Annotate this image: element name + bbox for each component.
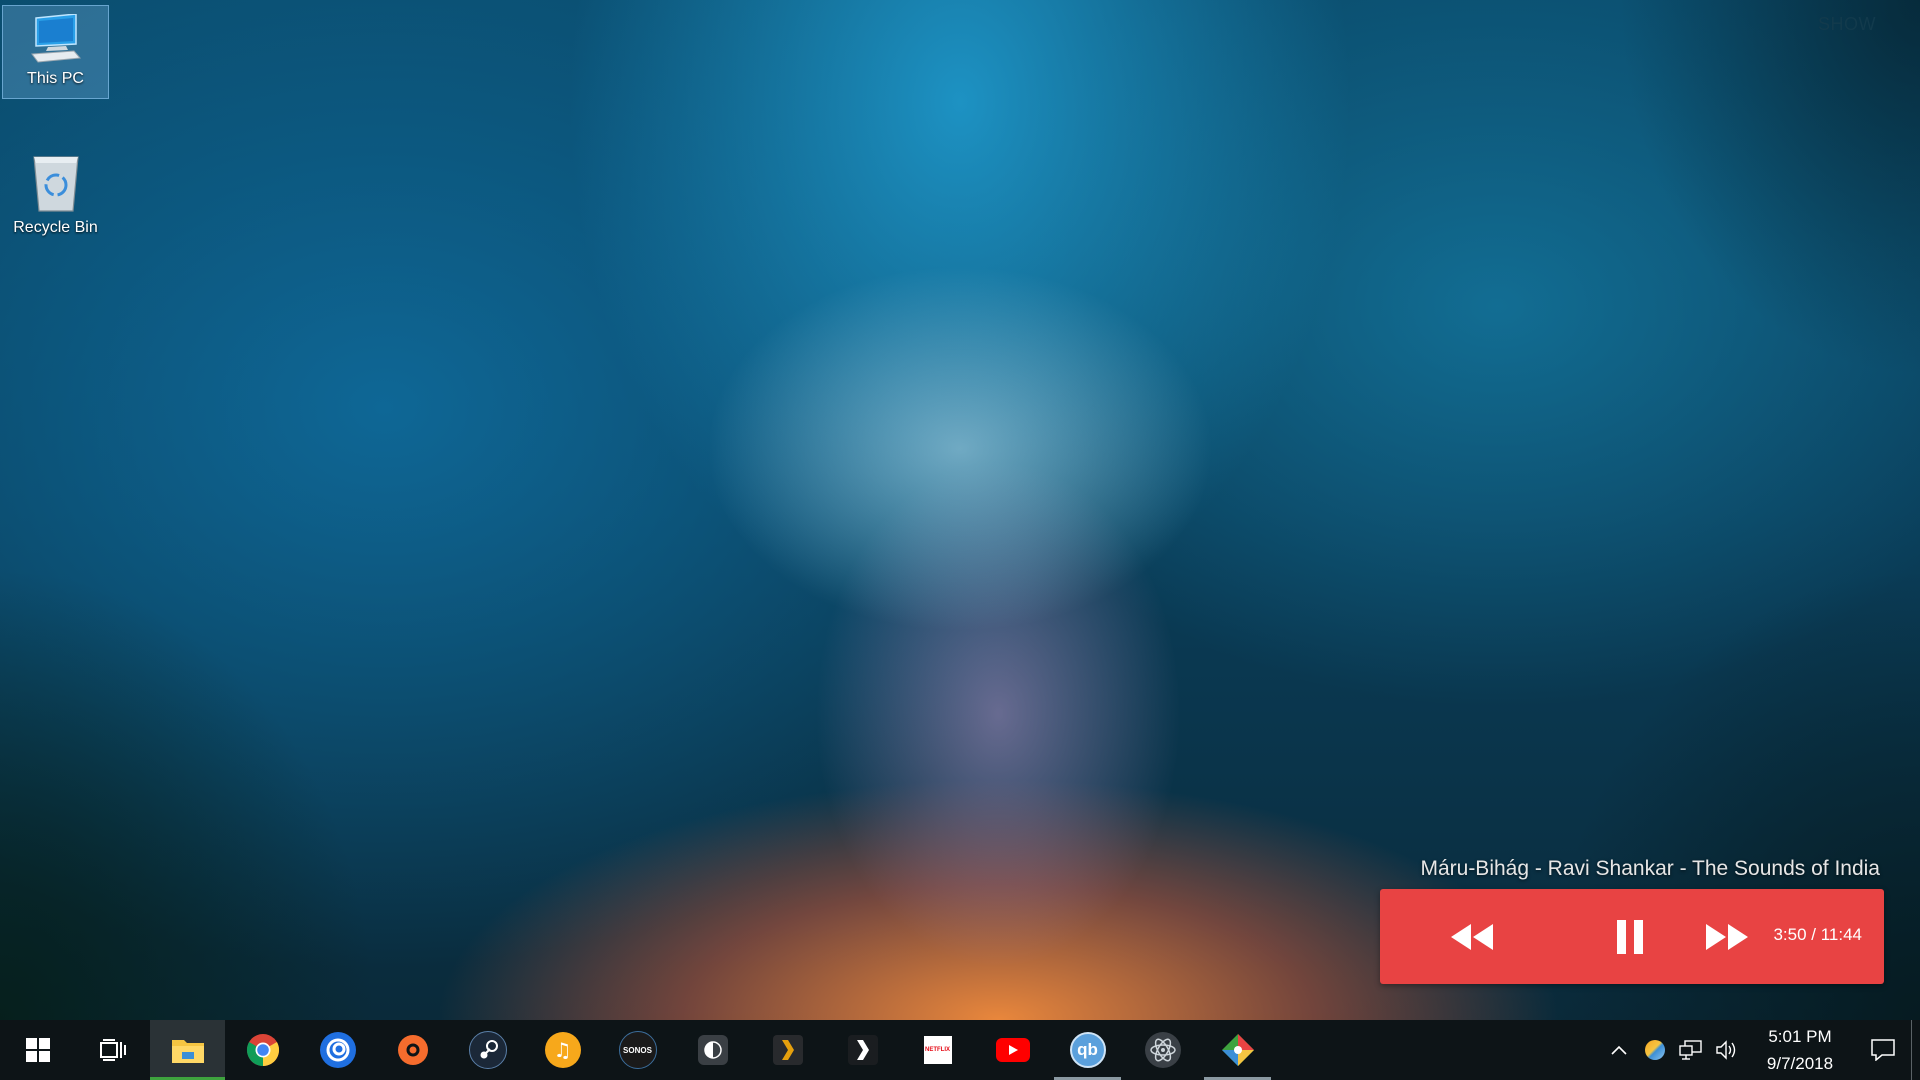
rewind-button[interactable] xyxy=(1442,915,1502,959)
tray-overflow-button[interactable] xyxy=(1601,1020,1637,1080)
colored-circle-icon xyxy=(1645,1040,1665,1060)
track-title: Máru-Bihág - Ravi Shankar - The Sounds o… xyxy=(1420,857,1880,880)
rewind-icon xyxy=(1451,924,1493,950)
desktop-icon-this-pc[interactable]: This PC xyxy=(2,5,109,99)
taskbar-media-app[interactable] xyxy=(675,1020,750,1080)
taskbar-atom[interactable] xyxy=(1125,1020,1200,1080)
speaker-icon xyxy=(1716,1040,1736,1060)
start-button[interactable] xyxy=(0,1020,75,1080)
plex-chevron-icon xyxy=(772,1035,803,1065)
task-view-icon xyxy=(99,1039,126,1061)
uplay-icon xyxy=(319,1032,356,1068)
computer-icon xyxy=(30,14,81,63)
taskbar-music-app[interactable]: ♫ xyxy=(525,1020,600,1080)
network-icon xyxy=(1679,1040,1702,1060)
youtube-icon xyxy=(995,1038,1030,1062)
taskbar-netflix[interactable]: NETFLIX xyxy=(900,1020,975,1080)
chevron-right-icon xyxy=(847,1035,878,1065)
origin-icon xyxy=(397,1035,428,1065)
taskbar: ♫ SONOS NETFLIX qb 5:01 PM 9/7/2018 xyxy=(0,1020,1920,1080)
desktop-icon-label: This PC xyxy=(27,70,84,87)
steam-icon xyxy=(468,1031,507,1069)
taskbar-origin[interactable] xyxy=(375,1020,450,1080)
chevron-up-icon xyxy=(1611,1045,1627,1055)
playback-time: 3:50 / 11:44 xyxy=(1773,925,1862,944)
show-link[interactable]: SHOW xyxy=(1818,14,1876,35)
taskbar-prompt-app[interactable] xyxy=(825,1020,900,1080)
tray-app-icon[interactable] xyxy=(1637,1020,1673,1080)
netflix-icon: NETFLIX xyxy=(923,1036,952,1064)
action-center-button[interactable] xyxy=(1855,1020,1911,1080)
desktop-icon-label: Recycle Bin xyxy=(13,219,98,236)
taskbar-file-explorer[interactable] xyxy=(150,1020,225,1080)
task-view-button[interactable] xyxy=(75,1020,150,1080)
sonos-icon: SONOS xyxy=(618,1031,657,1069)
taskbar-sonos[interactable]: SONOS xyxy=(600,1020,675,1080)
fast-forward-button[interactable] xyxy=(1697,915,1757,959)
windows-logo-icon xyxy=(25,1038,50,1062)
chrome-icon xyxy=(246,1034,279,1066)
half-circle-icon xyxy=(697,1035,728,1065)
music-note-icon: ♫ xyxy=(544,1032,581,1068)
taskbar-plex[interactable] xyxy=(750,1020,825,1080)
notification-icon xyxy=(1871,1039,1895,1061)
taskbar-gitkraken[interactable] xyxy=(1200,1020,1275,1080)
taskbar-chrome[interactable] xyxy=(225,1020,300,1080)
clock-date: 9/7/2018 xyxy=(1766,1054,1834,1073)
network-button[interactable] xyxy=(1673,1020,1709,1080)
atom-icon xyxy=(1144,1032,1181,1068)
clock-time: 5:01 PM xyxy=(1768,1027,1832,1046)
taskbar-steam[interactable] xyxy=(450,1020,525,1080)
system-tray: 5:01 PM 9/7/2018 xyxy=(1601,1020,1920,1080)
show-desktop-button[interactable] xyxy=(1911,1020,1920,1080)
pause-button[interactable] xyxy=(1600,915,1660,959)
pause-icon xyxy=(1617,920,1643,954)
taskbar-uplay[interactable] xyxy=(300,1020,375,1080)
qbittorrent-icon: qb xyxy=(1069,1032,1106,1068)
recycle-bin-icon xyxy=(32,156,79,212)
folder-icon xyxy=(171,1040,204,1063)
taskbar-clock[interactable]: 5:01 PM 9/7/2018 xyxy=(1745,1023,1855,1077)
fast-forward-icon xyxy=(1706,924,1748,950)
git-icon xyxy=(1221,1034,1254,1066)
media-player: 3:50 / 11:44 xyxy=(1380,889,1884,984)
taskbar-qbittorrent[interactable]: qb xyxy=(1050,1020,1125,1080)
taskbar-youtube[interactable] xyxy=(975,1020,1050,1080)
volume-button[interactable] xyxy=(1709,1020,1745,1080)
desktop-icon-recycle-bin[interactable]: Recycle Bin xyxy=(2,145,109,239)
